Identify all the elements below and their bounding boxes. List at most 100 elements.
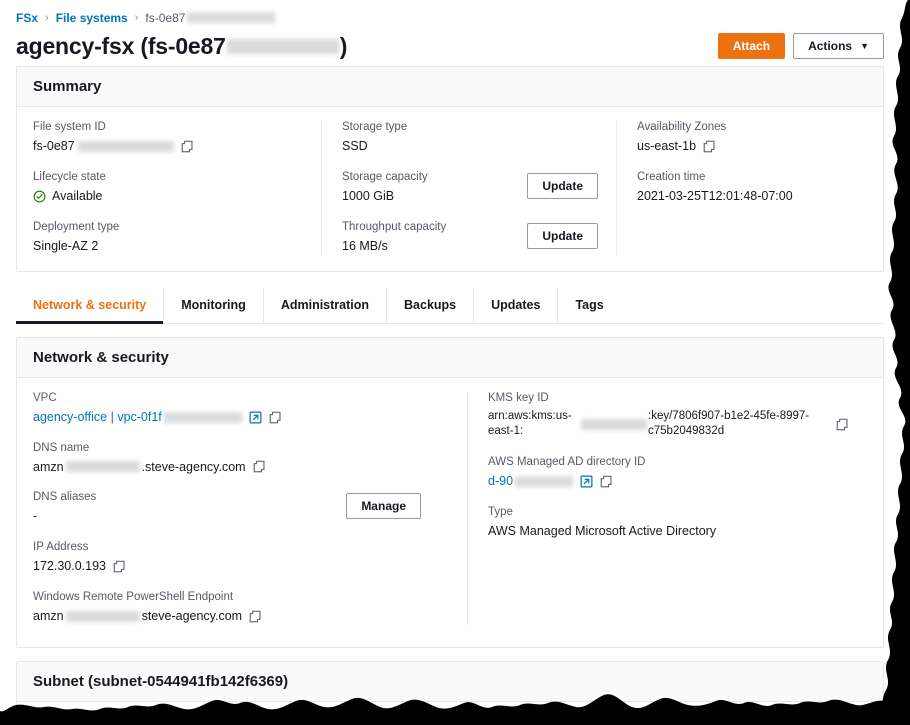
- lifecycle-state-value: Available: [52, 188, 103, 203]
- storage-capacity-value: 1000 GiB: [342, 188, 395, 203]
- external-link-icon[interactable]: [580, 475, 593, 488]
- copy-icon[interactable]: [113, 560, 126, 573]
- manage-dns-aliases-button[interactable]: Manage: [346, 493, 421, 520]
- field-kms-key-id: KMS key ID arn:aws:kms:us-east-1: :key/7…: [488, 392, 849, 440]
- powershell-endpoint-suffix: steve-agency.com: [141, 609, 243, 624]
- ip-address-value: 172.30.0.193: [33, 559, 106, 574]
- dns-name-suffix: .steve-agency.com: [141, 459, 246, 474]
- network-security-heading: Network & security: [17, 337, 883, 378]
- update-storage-capacity-button[interactable]: Update: [527, 172, 598, 199]
- summary-column-2: Storage type SSD Storage capacity 1000 G…: [321, 121, 616, 255]
- breadcrumb-item-fsx[interactable]: FSx: [16, 11, 38, 25]
- field-value: amzn steve-agency.com: [33, 608, 449, 625]
- field-deployment-type: Deployment type Single-AZ 2: [33, 221, 303, 255]
- tab-tags[interactable]: Tags: [557, 287, 620, 323]
- summary-card-body: File system ID fs-0e87 Lifecycle state A…: [17, 107, 883, 271]
- network-column-right: KMS key ID arn:aws:kms:us-east-1: :key/7…: [467, 391, 867, 625]
- redacted-file-system-id: [226, 38, 339, 54]
- tab-administration[interactable]: Administration: [262, 287, 386, 323]
- field-label: AWS Managed AD directory ID: [488, 455, 646, 468]
- field-dns-name: DNS name amzn .steve-agency.com: [33, 442, 449, 476]
- field-value: fs-0e87: [33, 138, 303, 155]
- availability-zones-value: us-east-1b: [637, 139, 697, 153]
- actions-dropdown-label: Actions: [808, 39, 853, 53]
- powershell-endpoint-prefix: amzn: [33, 609, 64, 624]
- field-storage-type: Storage type SSD: [342, 121, 598, 155]
- field-lifecycle-state: Lifecycle state Available: [33, 171, 303, 205]
- field-label: DNS name: [33, 441, 90, 454]
- creation-time-value: 2021-03-25T12:01:48-07:00: [637, 188, 793, 203]
- dns-name-prefix: amzn: [33, 459, 64, 474]
- field-label: File system ID: [33, 121, 106, 133]
- field-throughput-capacity-text: Throughput capacity 16 MB/s: [342, 221, 446, 255]
- copy-icon[interactable]: [269, 411, 282, 424]
- summary-card-heading: Summary: [17, 67, 883, 107]
- fsx-file-system-detail-page: FSx › File systems › fs-0e87 agency-fsx …: [0, 0, 910, 725]
- field-label: Windows Remote PowerShell Endpoint: [33, 591, 234, 604]
- field-label: Lifecycle state: [33, 170, 106, 183]
- chevron-down-icon: ▼: [860, 41, 869, 51]
- field-dns-aliases: DNS aliases - Manage: [33, 491, 449, 525]
- field-value: agency-office | vpc-0f1f: [33, 409, 449, 426]
- breadcrumb-separator-1: ›: [45, 11, 49, 24]
- page-title-row: agency-fsx (fs-0e87 ) Attach Actions ▼: [0, 26, 910, 66]
- redacted-dns-name: [65, 461, 140, 473]
- subnet-card-body: Subnet Agency public subnet 1 | subnet-0…: [17, 702, 883, 725]
- copy-icon[interactable]: [249, 610, 262, 623]
- copy-icon[interactable]: [181, 140, 194, 153]
- field-vpc: VPC agency-office | vpc-0f1f: [33, 392, 449, 426]
- field-label: Throughput capacity: [342, 220, 447, 233]
- field-value: arn:aws:kms:us-east-1: :key/7806f907-b1e…: [488, 409, 849, 440]
- network-security-card: Network & security VPC agency-office | v…: [16, 336, 884, 648]
- tab-backups[interactable]: Backups: [386, 287, 473, 323]
- field-dns-aliases-text: DNS aliases -: [33, 491, 96, 525]
- field-label: Subnet: [33, 716, 70, 725]
- tab-updates[interactable]: Updates: [473, 287, 557, 323]
- copy-icon[interactable]: [600, 475, 613, 488]
- directory-type-value: AWS Managed Microsoft Active Directory: [488, 523, 717, 538]
- field-label: Storage type: [342, 121, 408, 133]
- field-storage-capacity-text: Storage capacity 1000 GiB: [342, 171, 428, 205]
- field-label: IP Address: [33, 541, 89, 554]
- page-actions: Attach Actions ▼: [717, 33, 884, 59]
- field-value: us-east-1b: [637, 138, 849, 155]
- field-value: Available: [33, 188, 303, 205]
- field-directory-type: Type AWS Managed Microsoft Active Direct…: [488, 506, 849, 540]
- throughput-capacity-value: 16 MB/s: [342, 238, 388, 253]
- ad-directory-id-link[interactable]: d-90: [488, 473, 513, 490]
- field-creation-time: Creation time 2021-03-25T12:01:48-07:00: [637, 171, 849, 205]
- copy-icon[interactable]: [253, 460, 266, 473]
- tab-monitoring[interactable]: Monitoring: [163, 287, 263, 323]
- deployment-type-value: Single-AZ 2: [33, 238, 99, 253]
- field-label: Creation time: [637, 170, 706, 183]
- network-security-body: VPC agency-office | vpc-0f1f DNS name am…: [17, 378, 883, 647]
- field-value: 172.30.0.193: [33, 558, 449, 575]
- field-label: KMS key ID: [488, 391, 549, 404]
- external-link-icon[interactable]: [249, 411, 262, 424]
- copy-icon[interactable]: [703, 140, 716, 153]
- copy-icon[interactable]: [836, 418, 849, 431]
- field-label: Availability Zones: [637, 121, 727, 133]
- dns-aliases-value: -: [33, 509, 38, 524]
- field-label: Deployment type: [33, 220, 120, 233]
- redacted-vpc-id: [163, 411, 242, 423]
- field-label: Type: [488, 505, 513, 518]
- tab-network-and-security[interactable]: Network & security: [16, 288, 164, 324]
- breadcrumb-item-file-systems[interactable]: File systems: [56, 11, 128, 25]
- field-label: VPC: [33, 391, 57, 404]
- redacted-ad-directory-id: [515, 475, 574, 487]
- update-throughput-capacity-button[interactable]: Update: [527, 222, 598, 249]
- page-title: agency-fsx (fs-0e87 ): [16, 33, 347, 60]
- field-availability-zones: Availability Zones us-east-1b: [637, 121, 849, 155]
- breadcrumb: FSx › File systems › fs-0e87: [0, 0, 910, 26]
- attach-button[interactable]: Attach: [717, 33, 786, 59]
- file-system-id-value: fs-0e87: [33, 139, 75, 153]
- field-value: d-90: [488, 473, 849, 490]
- kms-key-suffix: :key/7806f907-b1e2-45fe-8997-c75b2049832…: [648, 409, 810, 438]
- field-ip-address: IP Address 172.30.0.193: [33, 541, 449, 575]
- subnet-card-heading: Subnet (subnet-0544941fb142f6369): [17, 662, 883, 702]
- page-title-prefix: agency-fsx (fs-0e87: [16, 32, 226, 59]
- breadcrumb-separator-2: ›: [134, 11, 139, 24]
- vpc-link[interactable]: agency-office | vpc-0f1f: [33, 409, 162, 426]
- actions-dropdown-button[interactable]: Actions ▼: [793, 33, 884, 59]
